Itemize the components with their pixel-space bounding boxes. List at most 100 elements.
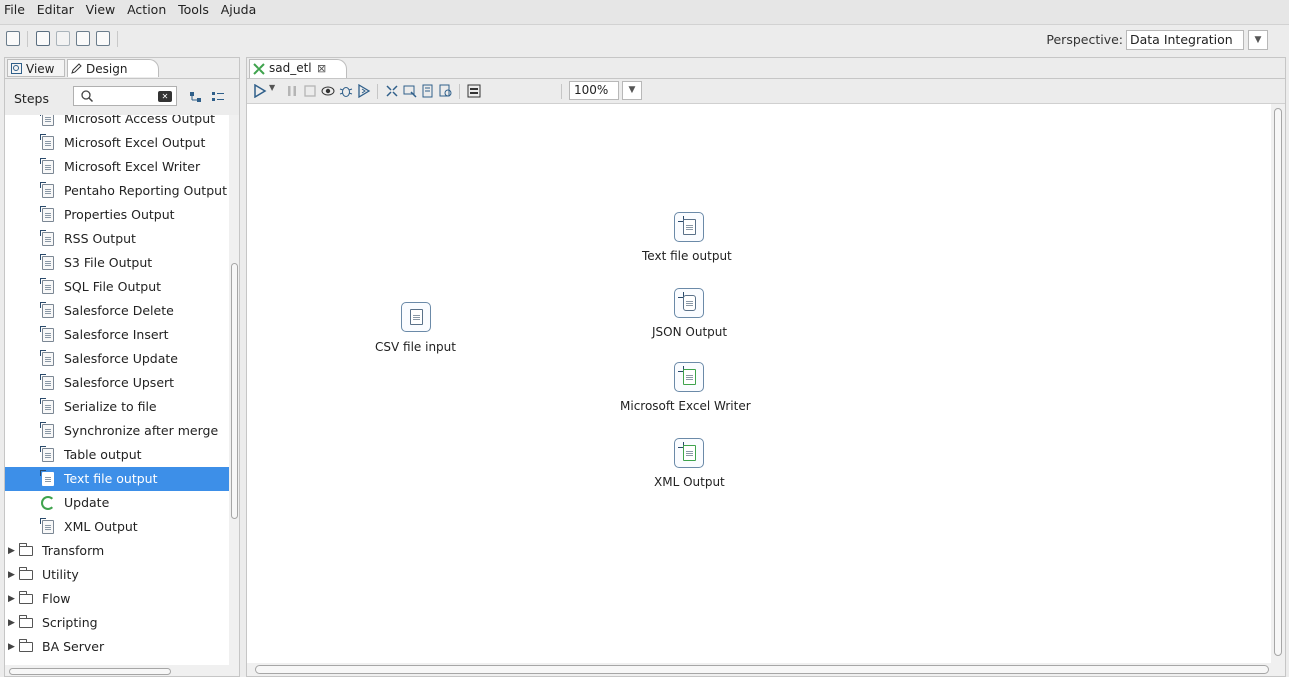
verify-icon[interactable] [385,84,399,98]
tree-item-sql-file-output[interactable]: SQL File Output [5,275,229,299]
tree-category-utility[interactable]: ▶ Utility [5,563,229,587]
tree-item-label: S3 File Output [64,255,153,270]
editor-tabs: sad_etl ⊠ [247,58,1285,79]
tree-category-label: BA Server [42,639,105,654]
tree-category-flow[interactable]: ▶ Flow [5,587,229,611]
tree-item-label: XML Output [64,519,138,534]
pause-icon[interactable] [285,84,299,98]
tree-item-update[interactable]: Update [5,491,229,515]
menu-file[interactable]: File [0,0,29,20]
tree-item-label: Salesforce Upsert [64,375,175,390]
steps-tree: Microsoft Access Output Microsoft Excel … [5,115,229,665]
tree-item-serialize-to-file[interactable]: Serialize to file [5,395,229,419]
tree-category-transform[interactable]: ▶ Transform [5,539,229,563]
view-icon [11,63,22,74]
tree-category-label: Transform [42,543,105,558]
impact-icon[interactable] [403,84,417,98]
canvas-horizontal-scroll-thumb[interactable] [255,665,1269,674]
editor-panel: sad_etl ⊠ ▼ 100% ▼ Text file output JSON… [246,57,1286,677]
excel-writer-icon [42,160,54,174]
clear-search-icon[interactable]: ✕ [158,91,172,102]
tree-item-salesforce-insert[interactable]: Salesforce Insert [5,323,229,347]
folder-icon [19,615,33,628]
tree-item-text-file-output[interactable]: Text file output [5,467,229,491]
menu-help[interactable]: Ajuda [217,0,261,20]
tree-item-microsoft-excel-output[interactable]: Microsoft Excel Output [5,131,229,155]
save-as-icon[interactable] [96,31,110,46]
tree-item-salesforce-upsert[interactable]: Salesforce Upsert [5,371,229,395]
tree-item-microsoft-excel-writer[interactable]: Microsoft Excel Writer [5,155,229,179]
csv-input-icon [401,302,431,332]
tree-category-label: Scripting [42,615,98,630]
collapse-all-icon[interactable] [189,91,203,103]
tree-item-synchronize-after-merge[interactable]: Synchronize after merge [5,419,229,443]
debug-icon[interactable] [339,84,353,98]
node-label: Microsoft Excel Writer [620,399,751,413]
menu-edit[interactable]: Editar [33,0,78,20]
toolbar-separator [377,84,378,99]
run-options-chevron-icon[interactable]: ▼ [269,83,283,97]
expand-arrow-icon[interactable]: ▶ [8,635,15,659]
folder-icon [19,567,33,580]
canvas-vertical-scroll-thumb[interactable] [1274,108,1282,656]
steps-horizontal-scroll-thumb[interactable] [9,668,171,675]
serialize-icon [42,400,54,414]
results-pane-icon[interactable] [467,84,481,98]
steps-label: Steps [14,91,49,106]
tree-item-label: Serialize to file [64,399,157,414]
tree-item-salesforce-delete[interactable]: Salesforce Delete [5,299,229,323]
open-file-icon[interactable] [36,31,50,46]
close-icon[interactable]: ⊠ [317,60,326,77]
menu-view[interactable]: View [82,0,120,20]
tree-item-xml-output[interactable]: XML Output [5,515,229,539]
preview-icon[interactable] [321,84,335,98]
run-icon[interactable] [253,84,267,98]
expand-arrow-icon[interactable]: ▶ [8,539,15,563]
transformation-canvas[interactable]: Text file output JSON Output CSV file in… [247,104,1271,663]
toolbar-separator [27,31,28,47]
tab-sad-etl[interactable]: sad_etl ⊠ [249,59,347,78]
sql-icon[interactable] [421,84,435,98]
tree-item-microsoft-access-output[interactable]: Microsoft Access Output [5,115,229,131]
tree-category-label: Utility [42,567,79,582]
tree-item-properties-output[interactable]: Properties Output [5,203,229,227]
expand-arrow-icon[interactable]: ▶ [8,587,15,611]
tree-item-label: Salesforce Insert [64,327,169,342]
steps-bar: Steps ✕ [5,79,239,116]
tab-view[interactable]: View [7,59,65,77]
tree-item-label: Microsoft Excel Output [64,135,206,150]
tree-item-rss-output[interactable]: RSS Output [5,227,229,251]
explore-repository-icon[interactable] [56,31,70,46]
expand-arrow-icon[interactable]: ▶ [8,563,15,587]
tree-item-label: Microsoft Access Output [64,115,216,126]
new-file-icon[interactable] [6,31,20,46]
sql-output-icon [42,280,54,294]
zoom-select[interactable]: 100% [569,81,619,100]
chevron-down-icon[interactable]: ▼ [1248,30,1268,50]
steps-search-input[interactable]: ✕ [73,86,177,106]
folder-icon [19,591,33,604]
expand-all-icon[interactable] [211,91,225,103]
tab-design[interactable]: Design [67,59,159,77]
explore-db-icon[interactable] [439,84,453,98]
replay-icon[interactable] [357,84,371,98]
perspective-select[interactable]: Data Integration [1126,30,1244,50]
tree-item-s3-file-output[interactable]: S3 File Output [5,251,229,275]
expand-arrow-icon[interactable]: ▶ [8,611,15,635]
tree-category-ba-server[interactable]: ▶ BA Server [5,635,229,659]
toolbar-separator [459,84,460,99]
tree-item-salesforce-update[interactable]: Salesforce Update [5,347,229,371]
tree-item-table-output[interactable]: Table output [5,443,229,467]
xml-output-icon [42,520,54,534]
menu-action[interactable]: Action [123,0,170,20]
tree-item-pentaho-reporting-output[interactable]: Pentaho Reporting Output [5,179,229,203]
stop-icon[interactable] [303,84,317,98]
save-icon[interactable] [76,31,90,46]
menu-tools[interactable]: Tools [174,0,213,20]
chevron-down-icon[interactable]: ▼ [622,81,642,100]
menu-bar: File Editar View Action Tools Ajuda [0,0,1289,25]
tree-item-label: SQL File Output [64,279,162,294]
node-label: CSV file input [375,340,456,354]
steps-vertical-scroll-thumb[interactable] [231,263,238,519]
tree-category-scripting[interactable]: ▶ Scripting [5,611,229,635]
